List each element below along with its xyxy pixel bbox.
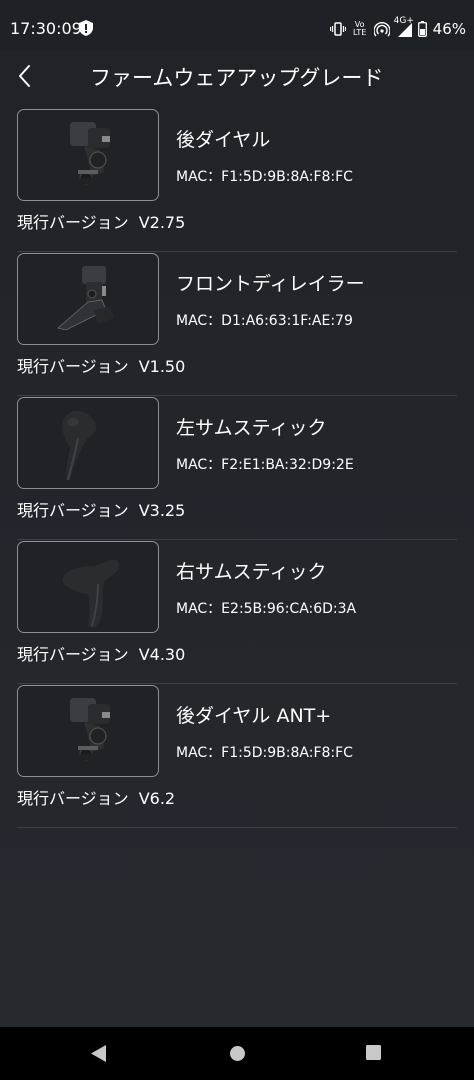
hotspot-icon xyxy=(373,22,390,37)
rear-derailleur-image xyxy=(17,109,159,201)
rear-derailleur-image xyxy=(17,685,159,777)
header: ファームウェアアップグレード xyxy=(0,50,474,102)
version-label: 現行バージョン xyxy=(17,789,129,808)
device-name: 後ダイヤル ANT+ xyxy=(176,705,332,727)
device-version: 現行バージョン V3.25 xyxy=(17,497,185,521)
chevron-left-icon[interactable] xyxy=(12,60,40,92)
version-label: 現行バージョン xyxy=(17,645,129,664)
device-name: 左サムスティック xyxy=(176,417,327,439)
front-derailleur-image xyxy=(17,253,159,345)
device-item-left-shifter[interactable]: 左サムスティック MAC：F2:E1:BA:32:D9:2E 現行バージョン V3… xyxy=(17,396,457,540)
version-value: V3.25 xyxy=(138,501,186,520)
device-version: 現行バージョン V1.50 xyxy=(17,353,185,377)
device-name: 後ダイヤル xyxy=(176,129,271,151)
device-mac: MAC：E2:5B:96:CA:6D:3A xyxy=(176,601,357,617)
battery-icon xyxy=(417,21,427,37)
navigation-bar xyxy=(0,1027,474,1080)
back-triangle-icon[interactable] xyxy=(90,1045,106,1062)
left-shifter-image xyxy=(17,397,159,489)
status-bar: 17:30:09 Vo LTE 4G+ 46% xyxy=(0,0,474,50)
status-icons: Vo LTE 4G+ 46% xyxy=(329,16,466,40)
volte-icon: Vo LTE xyxy=(353,20,367,37)
home-circle-icon[interactable] xyxy=(229,1045,246,1062)
device-version: 現行バージョン V4.30 xyxy=(17,641,185,665)
version-value: V4.30 xyxy=(138,645,186,664)
device-version: 現行バージョン V2.75 xyxy=(17,209,185,233)
recents-square-icon[interactable] xyxy=(366,1045,381,1060)
device-name: フロントディレイラー xyxy=(176,273,365,295)
version-value: V1.50 xyxy=(138,357,186,376)
version-label: 現行バージョン xyxy=(17,213,129,232)
version-value: V6.2 xyxy=(138,789,176,808)
battery-percent: 46% xyxy=(432,20,466,38)
device-list: 後ダイヤル MAC：F1:5D:9B:8A:F8:FC 現行バージョン V2.75… xyxy=(17,108,457,828)
right-shifter-image xyxy=(17,541,159,633)
device-mac: MAC：D1:A6:63:1F:AE:79 xyxy=(176,313,353,329)
device-item-front-derailleur[interactable]: フロントディレイラー MAC：D1:A6:63:1F:AE:79 現行バージョン… xyxy=(17,252,457,396)
vibrate-icon xyxy=(329,22,346,36)
version-label: 現行バージョン xyxy=(17,357,129,376)
device-mac: MAC：F1:5D:9B:8A:F8:FC xyxy=(176,169,353,185)
version-value: V2.75 xyxy=(138,213,186,232)
device-item-right-shifter[interactable]: 右サムスティック MAC：E2:5B:96:CA:6D:3A 現行バージョン V4… xyxy=(17,540,457,684)
device-name: 右サムスティック xyxy=(176,561,327,583)
status-time: 17:30:09 xyxy=(10,19,82,38)
device-mac: MAC：F2:E1:BA:32:D9:2E xyxy=(176,457,354,473)
page-title: ファームウェアアップグレード xyxy=(90,66,384,90)
network-type: 4G+ xyxy=(393,16,414,26)
device-version: 現行バージョン V6.2 xyxy=(17,785,175,809)
shield-alert-icon xyxy=(79,20,93,36)
device-item-rear-derailleur-ant[interactable]: 後ダイヤル ANT+ MAC：F1:5D:9B:8A:F8:FC 現行バージョン… xyxy=(17,684,457,828)
device-item-rear-derailleur[interactable]: 後ダイヤル MAC：F1:5D:9B:8A:F8:FC 現行バージョン V2.75 xyxy=(17,108,457,252)
version-label: 現行バージョン xyxy=(17,501,129,520)
device-mac: MAC：F1:5D:9B:8A:F8:FC xyxy=(176,745,353,761)
